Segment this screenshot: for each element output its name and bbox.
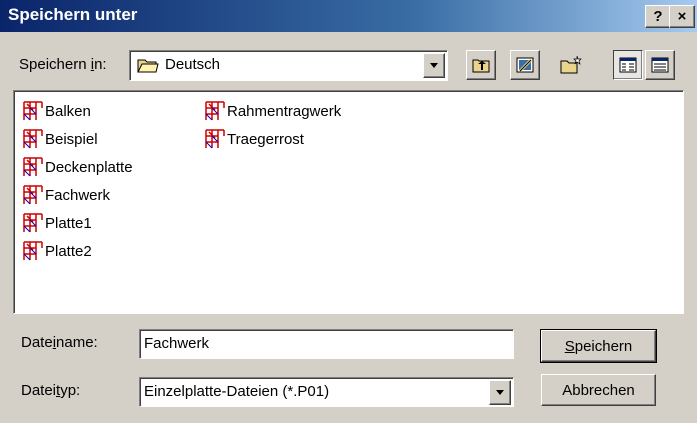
up-folder-icon [472, 59, 490, 73]
filetype-dropdown-arrow[interactable] [489, 380, 511, 405]
details-view-icon [651, 57, 669, 73]
structure-file-icon [23, 213, 43, 233]
structure-file-icon [23, 129, 43, 149]
new-folder-icon [560, 55, 582, 74]
save-in-label: Speichern in: [19, 56, 107, 73]
list-item[interactable]: Traegerrost [204, 127, 304, 151]
list-item[interactable]: Fachwerk [22, 183, 110, 207]
list-item[interactable]: Deckenplatte [22, 155, 133, 179]
list-view-button[interactable] [613, 50, 643, 80]
list-item[interactable]: Platte2 [22, 239, 92, 263]
details-view-button[interactable] [645, 50, 675, 80]
desktop-icon [516, 57, 534, 73]
up-one-level-button[interactable] [466, 50, 496, 80]
list-view-icon [619, 57, 637, 73]
list-item[interactable]: Balken [22, 99, 91, 123]
desktop-button[interactable] [510, 50, 540, 80]
save-in-value: Deutsch [165, 56, 221, 73]
save-in-dropdown-arrow[interactable] [423, 53, 445, 78]
list-item[interactable]: Rahmentragwerk [204, 99, 341, 123]
structure-file-icon [23, 241, 43, 261]
save-in-dropdown[interactable]: Deutsch [129, 50, 448, 81]
folder-icon [137, 59, 159, 73]
filetype-label: Dateityp: [21, 382, 81, 399]
new-folder-button[interactable] [556, 50, 586, 80]
list-item[interactable]: Beispiel [22, 127, 98, 151]
structure-file-icon [23, 185, 43, 205]
filetype-dropdown[interactable]: Einzelplatte-Dateien (*.P01) [139, 377, 514, 407]
file-list[interactable]: Balken Beispiel Deckenplatte Fachwerk Pl… [13, 90, 684, 314]
filename-value: Fachwerk [144, 335, 210, 352]
filename-label: Dateiname: [21, 334, 98, 351]
window-title: Speichern unter [8, 5, 138, 24]
list-item[interactable]: Platte1 [22, 211, 92, 235]
help-button[interactable]: ? [645, 5, 671, 28]
cancel-button[interactable]: Abbrechen [541, 374, 656, 406]
structure-file-icon [205, 129, 225, 149]
structure-file-icon [23, 157, 43, 177]
close-button[interactable]: × [669, 5, 695, 28]
save-button[interactable]: Speichern [540, 329, 657, 363]
structure-file-icon [205, 101, 225, 121]
filetype-value: Einzelplatte-Dateien (*.P01) [144, 383, 330, 400]
structure-file-icon [23, 101, 43, 121]
filename-input[interactable]: Fachwerk [139, 329, 514, 359]
